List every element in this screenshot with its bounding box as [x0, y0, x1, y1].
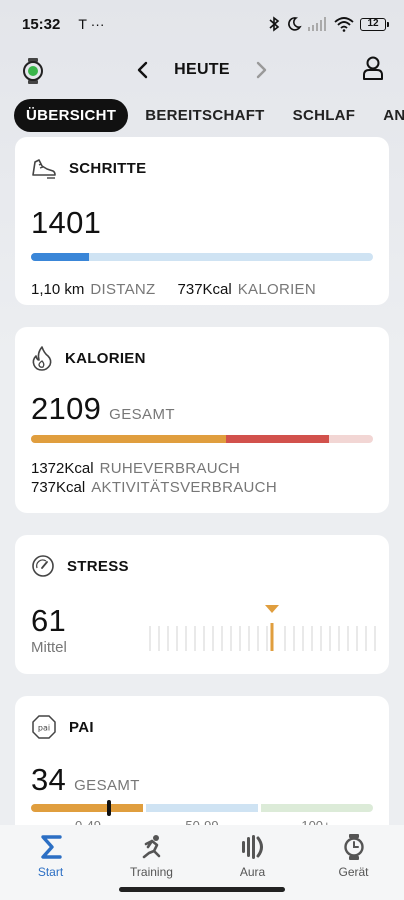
- pai-range-high: [261, 804, 373, 812]
- overview-cards: SCHRITTE 1401 1,10 km DISTANZ 737Kcal KA…: [15, 137, 389, 868]
- nav-device-label: Gerät: [338, 865, 369, 879]
- chevron-left-icon[interactable]: [136, 61, 148, 79]
- top-navigation: HEUTE: [0, 48, 404, 92]
- status-bar: 15:32 T ··· 12: [0, 0, 404, 48]
- calories-value: 2109: [31, 391, 102, 426]
- steps-value: 1401: [31, 205, 102, 240]
- nav-start[interactable]: Start: [11, 833, 91, 900]
- status-extra-icons: T ···: [78, 16, 105, 32]
- steps-title: SCHRITTE: [69, 159, 147, 177]
- pai-range-mid: [146, 804, 258, 812]
- tab-readiness[interactable]: BEREITSCHAFT: [134, 99, 275, 132]
- flame-icon: [32, 346, 52, 371]
- calories-active-value: 737Kcal: [31, 479, 86, 496]
- date-navigator: HEUTE: [136, 61, 268, 79]
- nav-device[interactable]: Gerät: [314, 833, 394, 900]
- svg-text:pai: pai: [38, 724, 50, 733]
- wifi-icon: [334, 17, 354, 32]
- pai-unit: GESAMT: [74, 777, 140, 794]
- aura-icon: [241, 835, 263, 859]
- bluetooth-icon: [269, 16, 280, 32]
- gauge-icon: [32, 555, 54, 577]
- pai-marker: [107, 800, 111, 816]
- shoe-icon: [32, 159, 56, 179]
- profile-icon[interactable]: [362, 56, 384, 80]
- stress-card[interactable]: STRESS 61 Mittel: [15, 535, 389, 674]
- status-time: 15:32: [22, 15, 61, 33]
- pai-icon: pai: [32, 715, 56, 739]
- steps-calories-value: 737Kcal: [177, 281, 232, 298]
- stress-marker-triangle: [265, 605, 279, 613]
- pai-value: 34: [31, 762, 67, 797]
- steps-calories-label: KALORIEN: [237, 281, 316, 298]
- steps-distance-label: DISTANZ: [90, 281, 156, 298]
- calories-active-fill: [225, 435, 329, 443]
- calories-rest-label: RUHEVERBRAUCH: [99, 460, 241, 477]
- tab-sleep[interactable]: SCHLAF: [282, 99, 367, 132]
- calories-rest-fill: [31, 435, 226, 443]
- pai-title: PAI: [69, 718, 94, 736]
- battery-level: 12: [367, 17, 379, 29]
- chevron-right-icon[interactable]: [256, 61, 268, 79]
- sigma-icon: [40, 835, 62, 859]
- calories-rest-value: 1372Kcal: [31, 460, 94, 477]
- calories-unit: GESAMT: [109, 406, 175, 423]
- nav-training-label: Training: [130, 865, 173, 879]
- pai-bar: [31, 800, 373, 816]
- watch-status-icon[interactable]: [22, 58, 44, 84]
- nav-start-label: Start: [37, 865, 64, 879]
- calories-active-label: AKTIVITÄTSVERBRAUCH: [91, 479, 277, 496]
- steps-distance-value: 1,10 km: [31, 281, 85, 298]
- tab-strain[interactable]: ANST: [372, 99, 404, 132]
- steps-progress-fill: [31, 253, 90, 261]
- pai-card[interactable]: pai PAI 34 GESAMT 0-49 50-99 100+: [15, 696, 389, 846]
- page-title: HEUTE: [174, 61, 230, 78]
- stress-title: STRESS: [67, 557, 129, 575]
- calories-title: KALORIEN: [65, 349, 146, 367]
- steps-progress-bar: [31, 253, 373, 261]
- stress-value: 61: [31, 603, 67, 638]
- running-icon: [142, 835, 160, 859]
- pai-range-low: [31, 804, 143, 812]
- stress-scale-ticks: [149, 626, 376, 651]
- tab-overview[interactable]: ÜBERSICHT: [14, 98, 129, 132]
- nav-aura-label: Aura: [239, 865, 266, 879]
- signal-icon: [308, 17, 326, 31]
- calories-bar: [31, 435, 373, 443]
- steps-card[interactable]: SCHRITTE 1401 1,10 km DISTANZ 737Kcal KA…: [15, 137, 389, 305]
- calories-card[interactable]: KALORIEN 2109 GESAMT 1372Kcal RUHEVERBRA…: [15, 327, 389, 513]
- watch-icon: [343, 834, 364, 860]
- home-indicator[interactable]: [119, 887, 285, 892]
- moon-icon: [288, 17, 302, 31]
- tab-bar: ÜBERSICHT BEREITSCHAFT SCHLAF ANST: [14, 97, 404, 133]
- stress-scale: [149, 605, 376, 651]
- battery-indicator: 12: [360, 17, 389, 31]
- stress-level: Mittel: [31, 639, 67, 656]
